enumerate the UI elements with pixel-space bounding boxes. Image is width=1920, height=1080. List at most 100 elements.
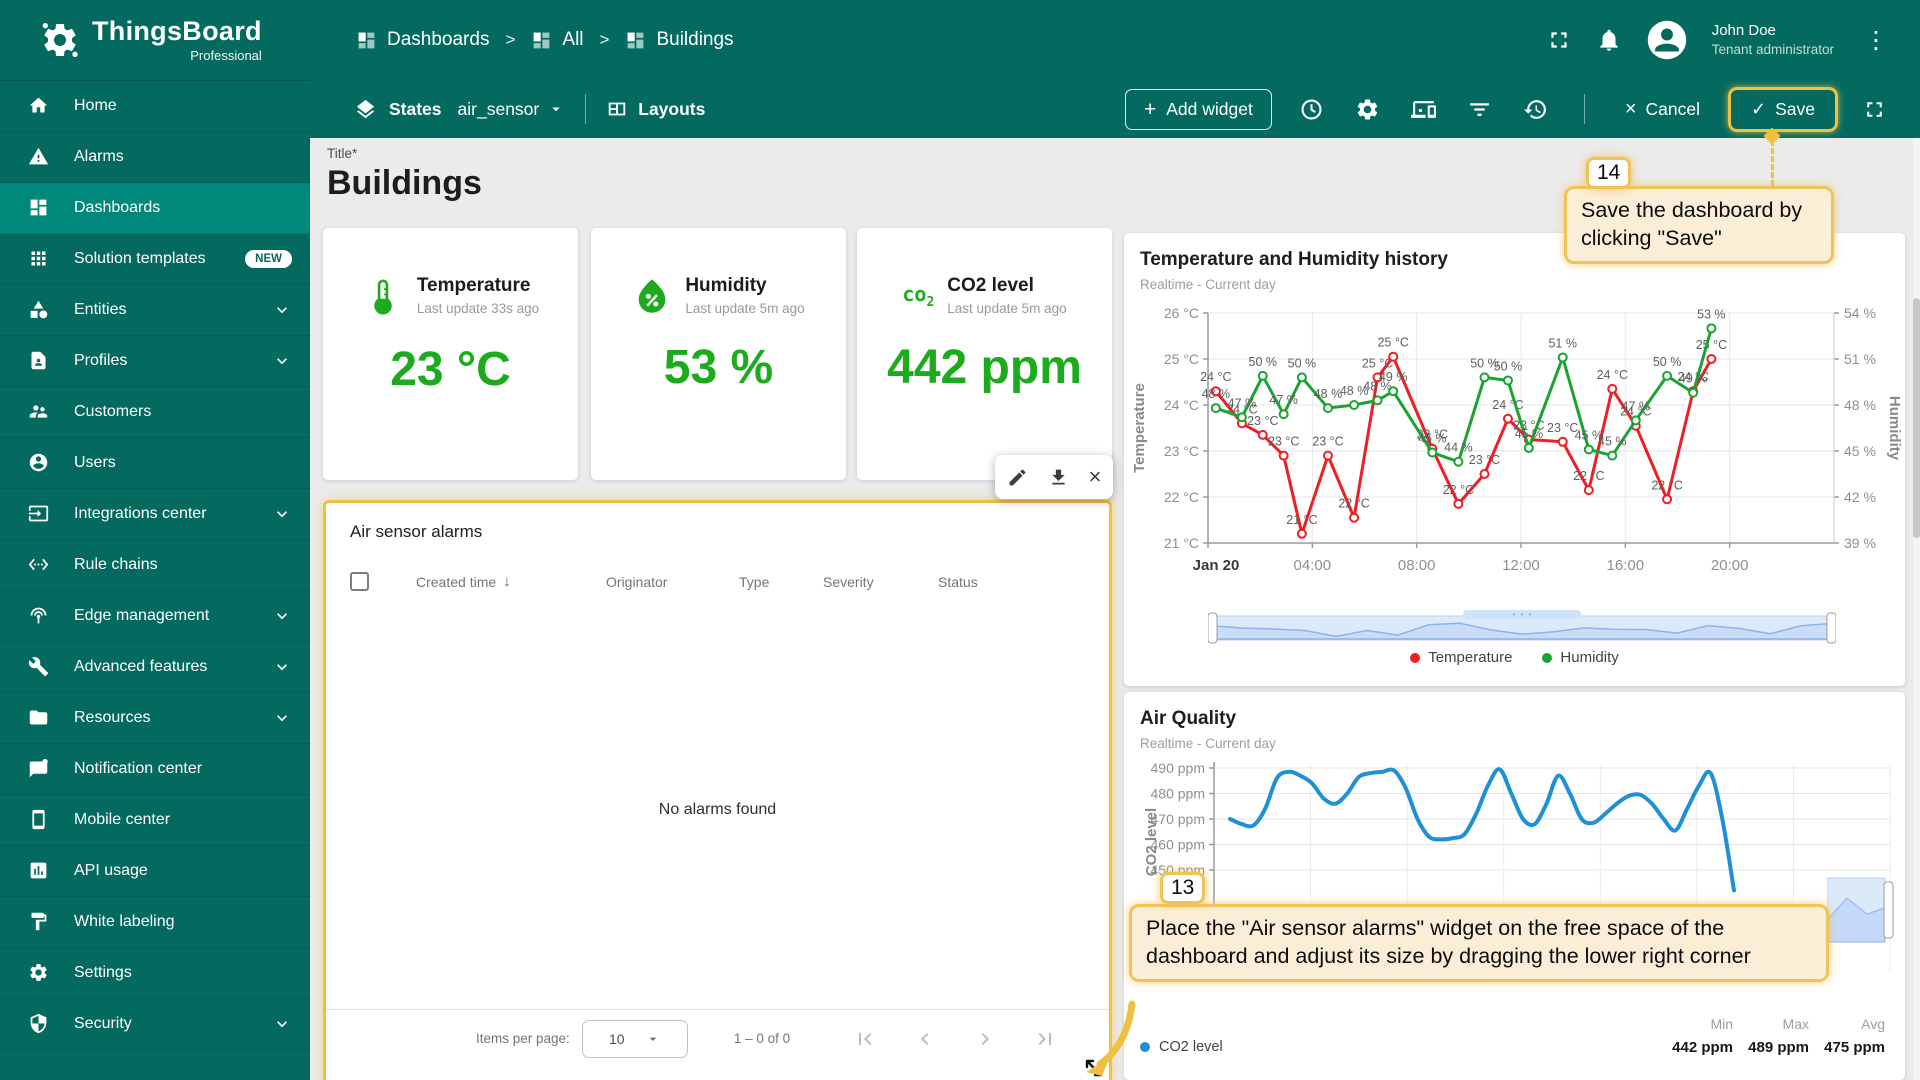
version-control-history-icon[interactable] [1513, 86, 1559, 132]
profiles-icon [28, 350, 50, 372]
last-page-button[interactable] [1032, 1026, 1058, 1052]
fullscreen-icon[interactable] [1546, 27, 1572, 53]
column-header-severity[interactable]: Severity [823, 573, 938, 590]
timewindow-clock-icon[interactable] [1289, 86, 1335, 132]
scrollbar-thumb[interactable] [1913, 298, 1920, 538]
temperature-card-widget[interactable]: Temperature Last update 33s ago 23 °C [323, 228, 578, 480]
notifications-bell-icon[interactable] [1596, 27, 1622, 53]
chart-navigator[interactable] [1208, 609, 1836, 645]
entity-aliases-devices-icon[interactable] [1401, 86, 1447, 132]
column-header-originator[interactable]: Originator [606, 573, 739, 590]
breadcrumb-separator: > [600, 30, 610, 50]
breadcrumb-buildings[interactable]: Buildings [625, 29, 733, 51]
svg-text:48 %: 48 % [1314, 387, 1343, 401]
state-select[interactable]: air_sensor [458, 99, 566, 120]
breadcrumb-dashboards[interactable]: Dashboards [356, 29, 489, 51]
svg-text:25 °C: 25 °C [1164, 351, 1199, 367]
first-page-button[interactable] [852, 1026, 878, 1052]
sidebar: HomeAlarmsDashboardsSolution templatesNE… [0, 80, 310, 1080]
chart-navigator[interactable] [1827, 868, 1899, 952]
close-icon: × [1625, 99, 1637, 119]
legend-item-humidity[interactable]: Humidity [1542, 649, 1618, 666]
sidebar-item-dashboards[interactable]: Dashboards [0, 183, 310, 234]
sidebar-item-mobile-center[interactable]: Mobile center [0, 795, 310, 846]
cancel-button[interactable]: × Cancel [1611, 91, 1714, 128]
mobile-icon [28, 809, 50, 831]
sidebar-item-settings[interactable]: Settings [0, 948, 310, 999]
add-widget-button[interactable]: + Add widget [1125, 89, 1272, 130]
svg-text:22 °C: 22 °C [1573, 469, 1604, 483]
user-info[interactable]: John Doe Tenant administrator [1712, 21, 1834, 58]
sidebar-item-home[interactable]: Home [0, 81, 310, 132]
svg-text:45 %: 45 % [1418, 432, 1447, 446]
scrollbar[interactable] [1913, 138, 1920, 1080]
dashboard-title-input[interactable]: Buildings [327, 164, 482, 203]
user-name: John Doe [1712, 21, 1834, 41]
svg-text:50 %: 50 % [1288, 356, 1317, 370]
column-header-type[interactable]: Type [739, 573, 823, 590]
legend-item-co2[interactable]: CO2 level [1140, 1039, 1223, 1055]
sidebar-item-solution-templates[interactable]: Solution templatesNEW [0, 234, 310, 285]
filters-icon[interactable] [1457, 86, 1503, 132]
sidebar-item-rule-chains[interactable]: Rule chains [0, 540, 310, 591]
column-header-status[interactable]: Status [938, 573, 1109, 590]
air-quality-widget[interactable]: Air Quality Realtime - Current day 490 p… [1124, 692, 1905, 1080]
legend-item-temperature[interactable]: Temperature [1410, 649, 1512, 666]
save-button[interactable]: ✓ Save [1728, 87, 1838, 132]
sort-desc-icon: ↓ [503, 573, 511, 590]
check-icon: ✓ [1751, 100, 1766, 118]
api-icon [28, 860, 50, 882]
more-menu-icon[interactable]: ⋮ [1858, 26, 1894, 55]
legend-dot [1542, 653, 1552, 663]
svg-text:480 ppm: 480 ppm [1151, 786, 1205, 802]
sidebar-item-advanced-features[interactable]: Advanced features [0, 642, 310, 693]
alarms-icon [28, 146, 50, 168]
temperature-humidity-history-widget[interactable]: Temperature and Humidity history Realtim… [1124, 233, 1905, 686]
sidebar-item-white-labeling[interactable]: White labeling [0, 897, 310, 948]
column-header-created-time[interactable]: Created time↓ [416, 573, 606, 590]
sidebar-item-security[interactable]: Security [0, 999, 310, 1050]
sidebar-item-users[interactable]: Users [0, 438, 310, 489]
air-sensor-alarms-widget[interactable]: Air sensor alarms Created time↓Originato… [323, 500, 1112, 1080]
co2-min-value: 442 ppm [1657, 1039, 1733, 1056]
download-icon[interactable] [1048, 467, 1069, 488]
legend-dot [1140, 1042, 1150, 1052]
sidebar-item-profiles[interactable]: Profiles [0, 336, 310, 387]
close-icon[interactable]: × [1089, 466, 1102, 488]
dashboard-toolbar: States air_sensor Layouts + Add widget [310, 80, 1920, 138]
widget-edit-toolbar: × [995, 455, 1113, 499]
svg-text:51 %: 51 % [1844, 351, 1876, 367]
items-per-page-select[interactable]: 10 [582, 1020, 688, 1058]
sidebar-item-entities[interactable]: Entities [0, 285, 310, 336]
layouts-button[interactable]: Layouts [606, 98, 705, 120]
svg-text:44 %: 44 % [1444, 441, 1473, 455]
svg-text:23 °C: 23 °C [1469, 453, 1500, 467]
sidebar-item-api-usage[interactable]: API usage [0, 846, 310, 897]
sidebar-item-alarms[interactable]: Alarms [0, 132, 310, 183]
sidebar-item-customers[interactable]: Customers [0, 387, 310, 438]
sidebar-item-notification-center[interactable]: Notification center [0, 744, 310, 795]
sidebar-item-integrations-center[interactable]: Integrations center [0, 489, 310, 540]
previous-page-button[interactable] [912, 1026, 938, 1052]
avatar[interactable] [1646, 19, 1688, 61]
co2-card-widget[interactable]: co2 CO2 level Last update 5m ago 442 ppm [857, 228, 1112, 480]
breadcrumb-all[interactable]: All [531, 29, 583, 51]
svg-text:45 %: 45 % [1598, 435, 1627, 449]
dashboard-settings-gear-icon[interactable] [1345, 86, 1391, 132]
fullscreen-icon[interactable] [1851, 86, 1897, 132]
step-13-badge: 13 [1160, 872, 1205, 904]
edit-pencil-icon[interactable] [1007, 467, 1028, 488]
svg-text:53 %: 53 % [1697, 307, 1726, 321]
sidebar-item-resources[interactable]: Resources [0, 693, 310, 744]
co2-value: 442 ppm [857, 340, 1112, 395]
table-pagination: Items per page: 10 1 – 0 of 0 [326, 1009, 1109, 1067]
humidity-card-widget[interactable]: Humidity Last update 5m ago 53 % [591, 228, 846, 480]
sidebar-item-edge-management[interactable]: Edge management [0, 591, 310, 642]
chevron-down-icon [272, 708, 292, 728]
next-page-button[interactable] [972, 1026, 998, 1052]
step-13-tooltip: Place the "Air sensor alarms" widget on … [1129, 904, 1829, 982]
svg-text:45 %: 45 % [1515, 427, 1544, 441]
breadcrumb: Dashboards > All > Buildings [356, 29, 734, 51]
svg-text:39 %: 39 % [1844, 535, 1876, 551]
select-all-checkbox[interactable] [350, 572, 369, 591]
